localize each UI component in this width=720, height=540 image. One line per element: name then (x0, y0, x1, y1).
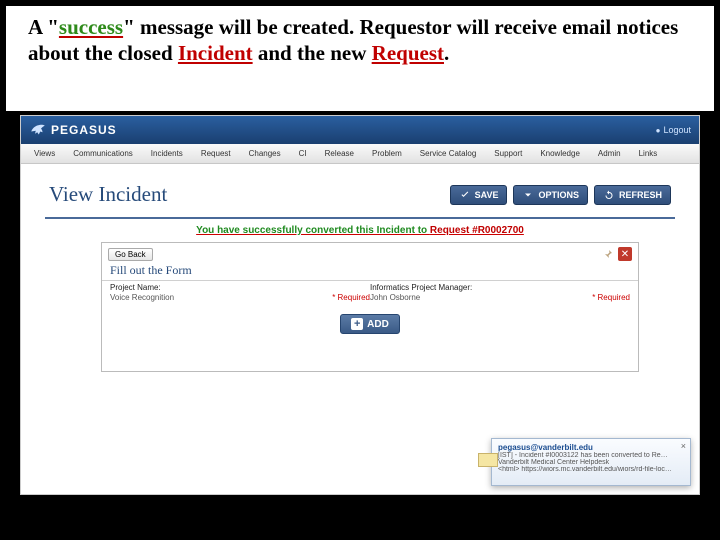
menu-changes[interactable]: Changes (240, 149, 290, 158)
field-project-name: Project Name: Voice Recognition Required (110, 283, 370, 302)
check-icon (459, 189, 471, 201)
app-header: PEGASUS Logout (21, 116, 699, 144)
caption-text: A " (28, 15, 59, 39)
menu-release[interactable]: Release (316, 149, 363, 158)
toast-close-icon[interactable]: × (681, 441, 686, 451)
field-value: Voice Recognition (110, 293, 326, 302)
incident-word: Incident (178, 41, 253, 65)
toast-line: Vanderbilt Medical Center Helpdesk (498, 459, 684, 466)
app-window: PEGASUS Logout Views Communications Inci… (20, 115, 700, 495)
required-marker: Required (332, 293, 370, 302)
envelope-icon (478, 453, 498, 467)
request-word: Request (372, 41, 444, 65)
menu-support[interactable]: Support (485, 149, 531, 158)
menu-links[interactable]: Links (630, 149, 667, 158)
brand-text: PEGASUS (51, 123, 117, 137)
request-number: Request #R0002700 (430, 225, 524, 236)
logout-link[interactable]: Logout (656, 125, 691, 135)
menu-problem[interactable]: Problem (363, 149, 411, 158)
header-buttons: SAVE OPTIONS REFRESH (450, 185, 671, 205)
menu-communications[interactable]: Communications (64, 149, 142, 158)
field-label: Informatics Project Manager: (370, 283, 630, 292)
refresh-button[interactable]: REFRESH (594, 185, 671, 205)
caption-text: . (444, 41, 449, 65)
menu-incidents[interactable]: Incidents (142, 149, 192, 158)
menu-bar: Views Communications Incidents Request C… (21, 144, 699, 164)
caption-text: and the new (253, 41, 372, 65)
page-title: View Incident (49, 182, 167, 207)
toast-line: <html> https://wiors.mc.vanderbilt.edu/w… (498, 466, 684, 473)
menu-admin[interactable]: Admin (589, 149, 630, 158)
success-message: You have successfully converted this Inc… (21, 219, 699, 240)
menu-views[interactable]: Views (25, 149, 64, 158)
required-marker: Required (592, 293, 630, 302)
refresh-icon (603, 189, 615, 201)
field-value: John Osborne (370, 293, 586, 302)
toast-from: pegasus@vanderbilt.edu (498, 443, 684, 452)
go-back-button[interactable]: Go Back (108, 248, 153, 261)
options-button[interactable]: OPTIONS (513, 185, 588, 205)
pegasus-icon (29, 121, 47, 139)
menu-knowledge[interactable]: Knowledge (531, 149, 589, 158)
plus-icon: + (351, 318, 363, 330)
menu-request[interactable]: Request (192, 149, 240, 158)
field-label: Project Name: (110, 283, 370, 292)
close-icon[interactable]: ✕ (618, 247, 632, 261)
slide-caption: A "success" message will be created. Req… (0, 0, 720, 77)
chevron-down-icon (522, 189, 534, 201)
form-title: Fill out the Form (102, 263, 638, 281)
add-button[interactable]: + ADD (340, 314, 400, 334)
menu-ci[interactable]: CI (290, 149, 316, 158)
pin-icon[interactable] (602, 248, 614, 260)
page-header: View Incident SAVE OPTIONS REFRESH (21, 164, 699, 213)
app-logo: PEGASUS (29, 121, 117, 139)
email-toast[interactable]: × pegasus@vanderbilt.edu [IST] - Inciden… (491, 438, 691, 486)
toast-subject: [IST] - Incident #I0003122 has been conv… (498, 452, 684, 459)
save-button[interactable]: SAVE (450, 185, 508, 205)
form-card: Go Back ✕ Fill out the Form Project Name… (101, 242, 639, 372)
success-word: success (59, 15, 123, 39)
menu-service-catalog[interactable]: Service Catalog (411, 149, 485, 158)
field-project-manager: Informatics Project Manager: John Osborn… (370, 283, 630, 302)
